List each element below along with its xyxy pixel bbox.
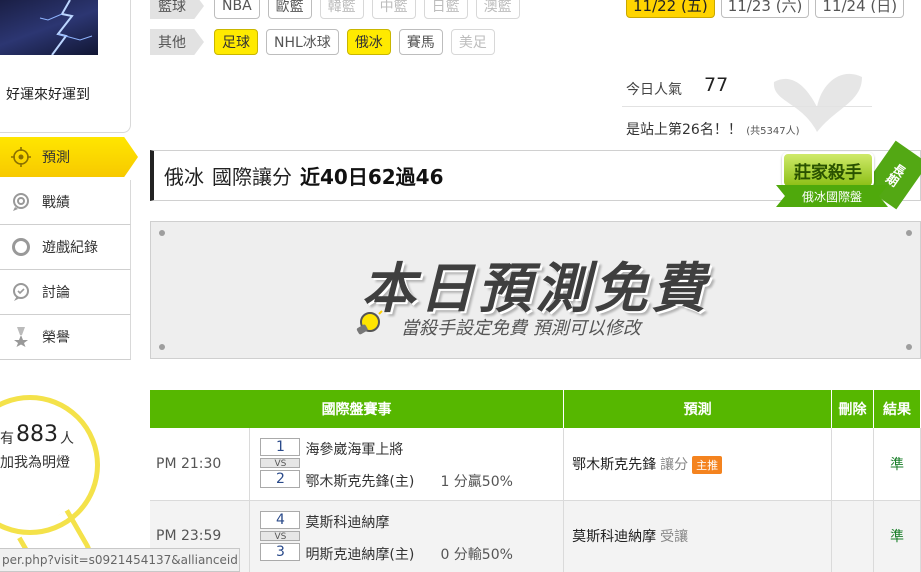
handicap: 0 分輸50%	[440, 546, 513, 563]
filter-row-label: 籃球	[150, 0, 204, 19]
delete-cell	[831, 428, 874, 501]
prediction-cell: 莫斯科迪納摩 受讓	[563, 500, 833, 572]
date-tabs: 11/22 (五) 11/23 (六) 11/24 (日)	[626, 0, 910, 18]
divider	[622, 106, 872, 107]
team-number: 4	[260, 510, 301, 529]
fan-count-suffix: 人	[60, 431, 74, 447]
filter-pill[interactable]: NHL冰球	[266, 29, 339, 55]
nav-game-log[interactable]: 遊戲紀錄	[0, 225, 131, 270]
prediction-type: 受讓	[660, 529, 689, 545]
result-cell: 準	[873, 500, 921, 572]
away-team: 海參崴海軍上將	[305, 442, 404, 458]
profile-card: 好運來好運到	[0, 0, 131, 133]
filter-row-label: 其他	[150, 29, 204, 55]
vs-label: VS	[260, 530, 301, 542]
filter-pill: 中籃	[371, 0, 416, 19]
screw-icon	[159, 230, 165, 236]
free-prediction-banner: 本日預測免費 當殺手設定免費 預測可以修改	[150, 221, 921, 359]
nav-record-label: 戰績	[42, 195, 70, 211]
match-info: 4 VS 3 莫斯科迪納摩 明斯克迪納摩(主) 0 分輸50%	[249, 500, 565, 572]
circle-icon	[10, 236, 32, 258]
screw-icon	[906, 230, 912, 236]
banner-title: 本日預測免費	[361, 257, 710, 320]
lightbulb-icon	[356, 310, 383, 335]
match-info: 1 VS 2 海參崴海軍上將 鄂木斯克先鋒(主) 1 分贏50%	[249, 428, 565, 501]
match-table: 國際盤賽事 預測 刪除 結果 PM 21:30 1 VS 2 海參崴海軍上將 鄂…	[150, 390, 921, 572]
home-team: 明斯克迪納摩(主)	[305, 546, 415, 563]
killer-badge-ribbon: 俄冰國際盤	[776, 185, 888, 207]
target-icon	[10, 146, 32, 168]
filter-pill: 韓籃	[319, 0, 364, 19]
filter-pill[interactable]: NBA	[214, 0, 260, 19]
title-record: 近40日62過46	[300, 165, 444, 189]
filter-pill[interactable]: 俄冰	[346, 29, 391, 55]
fan-count: 883	[16, 422, 58, 447]
chat-icon	[10, 281, 32, 303]
filter-pill[interactable]: 足球	[214, 29, 258, 55]
title-type: 國際讓分	[212, 165, 292, 189]
header-match: 國際盤賽事	[150, 390, 565, 428]
prediction-pick: 鄂木斯克先鋒	[572, 456, 657, 473]
nav-record[interactable]: 戰績	[0, 180, 131, 225]
sidebar: 好運來好運到 預測 戰績 遊戲紀錄 討論 榮譽 有 883 人 加我為明燈	[0, 0, 138, 572]
avatar[interactable]	[0, 0, 98, 55]
table-header-row: 國際盤賽事 預測 刪除 結果	[150, 390, 921, 428]
vs-label: VS	[260, 458, 301, 469]
result-cell: 準	[873, 428, 921, 501]
nav-honor-label: 榮譽	[42, 330, 70, 346]
date-tab[interactable]: 11/22 (五)	[626, 0, 715, 18]
prediction-type: 讓分	[660, 456, 689, 473]
status-bar-url: per.php?visit=s0921454137&allianceid=...	[0, 548, 240, 572]
team-number: 1	[260, 438, 301, 456]
filter-pill: 澳籃	[475, 0, 520, 19]
killer-badge-title: 莊家殺手	[782, 152, 874, 188]
nav-discussion[interactable]: 討論	[0, 270, 131, 315]
prediction-pick: 莫斯科迪納摩	[572, 529, 657, 545]
team-number: 2	[260, 470, 301, 488]
nav-honor[interactable]: 榮譽	[0, 315, 131, 360]
filter-pill[interactable]: 歐籃	[267, 0, 312, 19]
title-sport: 俄冰	[164, 165, 204, 189]
delete-cell	[831, 500, 874, 572]
date-tab[interactable]: 11/24 (日)	[815, 0, 905, 18]
nav-predict-label: 預測	[42, 150, 70, 166]
prediction-cell: 鄂木斯克先鋒 讓分 主推	[563, 428, 833, 501]
away-team: 莫斯科迪納摩	[305, 514, 390, 531]
match-time: PM 21:30	[150, 428, 251, 501]
rank-total: (共5347人)	[746, 126, 800, 137]
table-row: PM 21:30 1 VS 2 海參崴海軍上將 鄂木斯克先鋒(主) 1 分贏50…	[150, 428, 921, 501]
filter-pill: 美足	[450, 29, 495, 55]
banner-subtitle: 當殺手設定免費 預測可以修改	[401, 318, 641, 339]
filter-pill: 日籃	[423, 0, 468, 19]
record-icon	[10, 191, 32, 213]
filter-row-other: 其他 足球 NHL冰球 俄冰 賽馬 美足	[150, 29, 503, 55]
fan-count-prefix: 有	[0, 431, 14, 447]
header-delete: 刪除	[831, 390, 874, 428]
date-tab[interactable]: 11/23 (六)	[720, 0, 810, 18]
nav-game-log-label: 遊戲紀錄	[42, 240, 98, 256]
nav-discussion-label: 討論	[42, 285, 70, 301]
filter-row-basketball: 籃球 NBA 歐籃 韓籃 中籃 日籃 澳籃	[150, 0, 528, 19]
add-light-link[interactable]: 加我為明燈	[0, 452, 70, 472]
home-team: 鄂木斯克先鋒(主)	[305, 474, 415, 490]
medal-icon	[10, 326, 32, 348]
main-pick-badge: 主推	[692, 455, 723, 474]
handicap: 1 分贏50%	[440, 474, 513, 490]
table-row: PM 23:59 4 VS 3 莫斯科迪納摩 明斯克迪納摩(主) 0 分輸50%…	[150, 500, 921, 572]
header-prediction: 預測	[563, 390, 833, 428]
popularity-value: 77	[704, 74, 729, 96]
filter-pill[interactable]: 賽馬	[398, 29, 443, 55]
user-motto: 好運來好運到	[6, 87, 90, 103]
nav-predict[interactable]: 預測	[0, 137, 138, 177]
screw-icon	[906, 344, 912, 350]
killer-badge: 長期 莊家殺手 俄冰國際盤	[776, 140, 921, 219]
screw-icon	[159, 344, 165, 350]
rank-message: 是站上第26名！！	[626, 122, 742, 138]
team-number: 3	[260, 542, 301, 561]
header-result: 結果	[873, 390, 921, 428]
popularity-label: 今日人氣	[626, 82, 682, 98]
rank-text: 是站上第26名！！ (共5347人)	[626, 119, 800, 139]
